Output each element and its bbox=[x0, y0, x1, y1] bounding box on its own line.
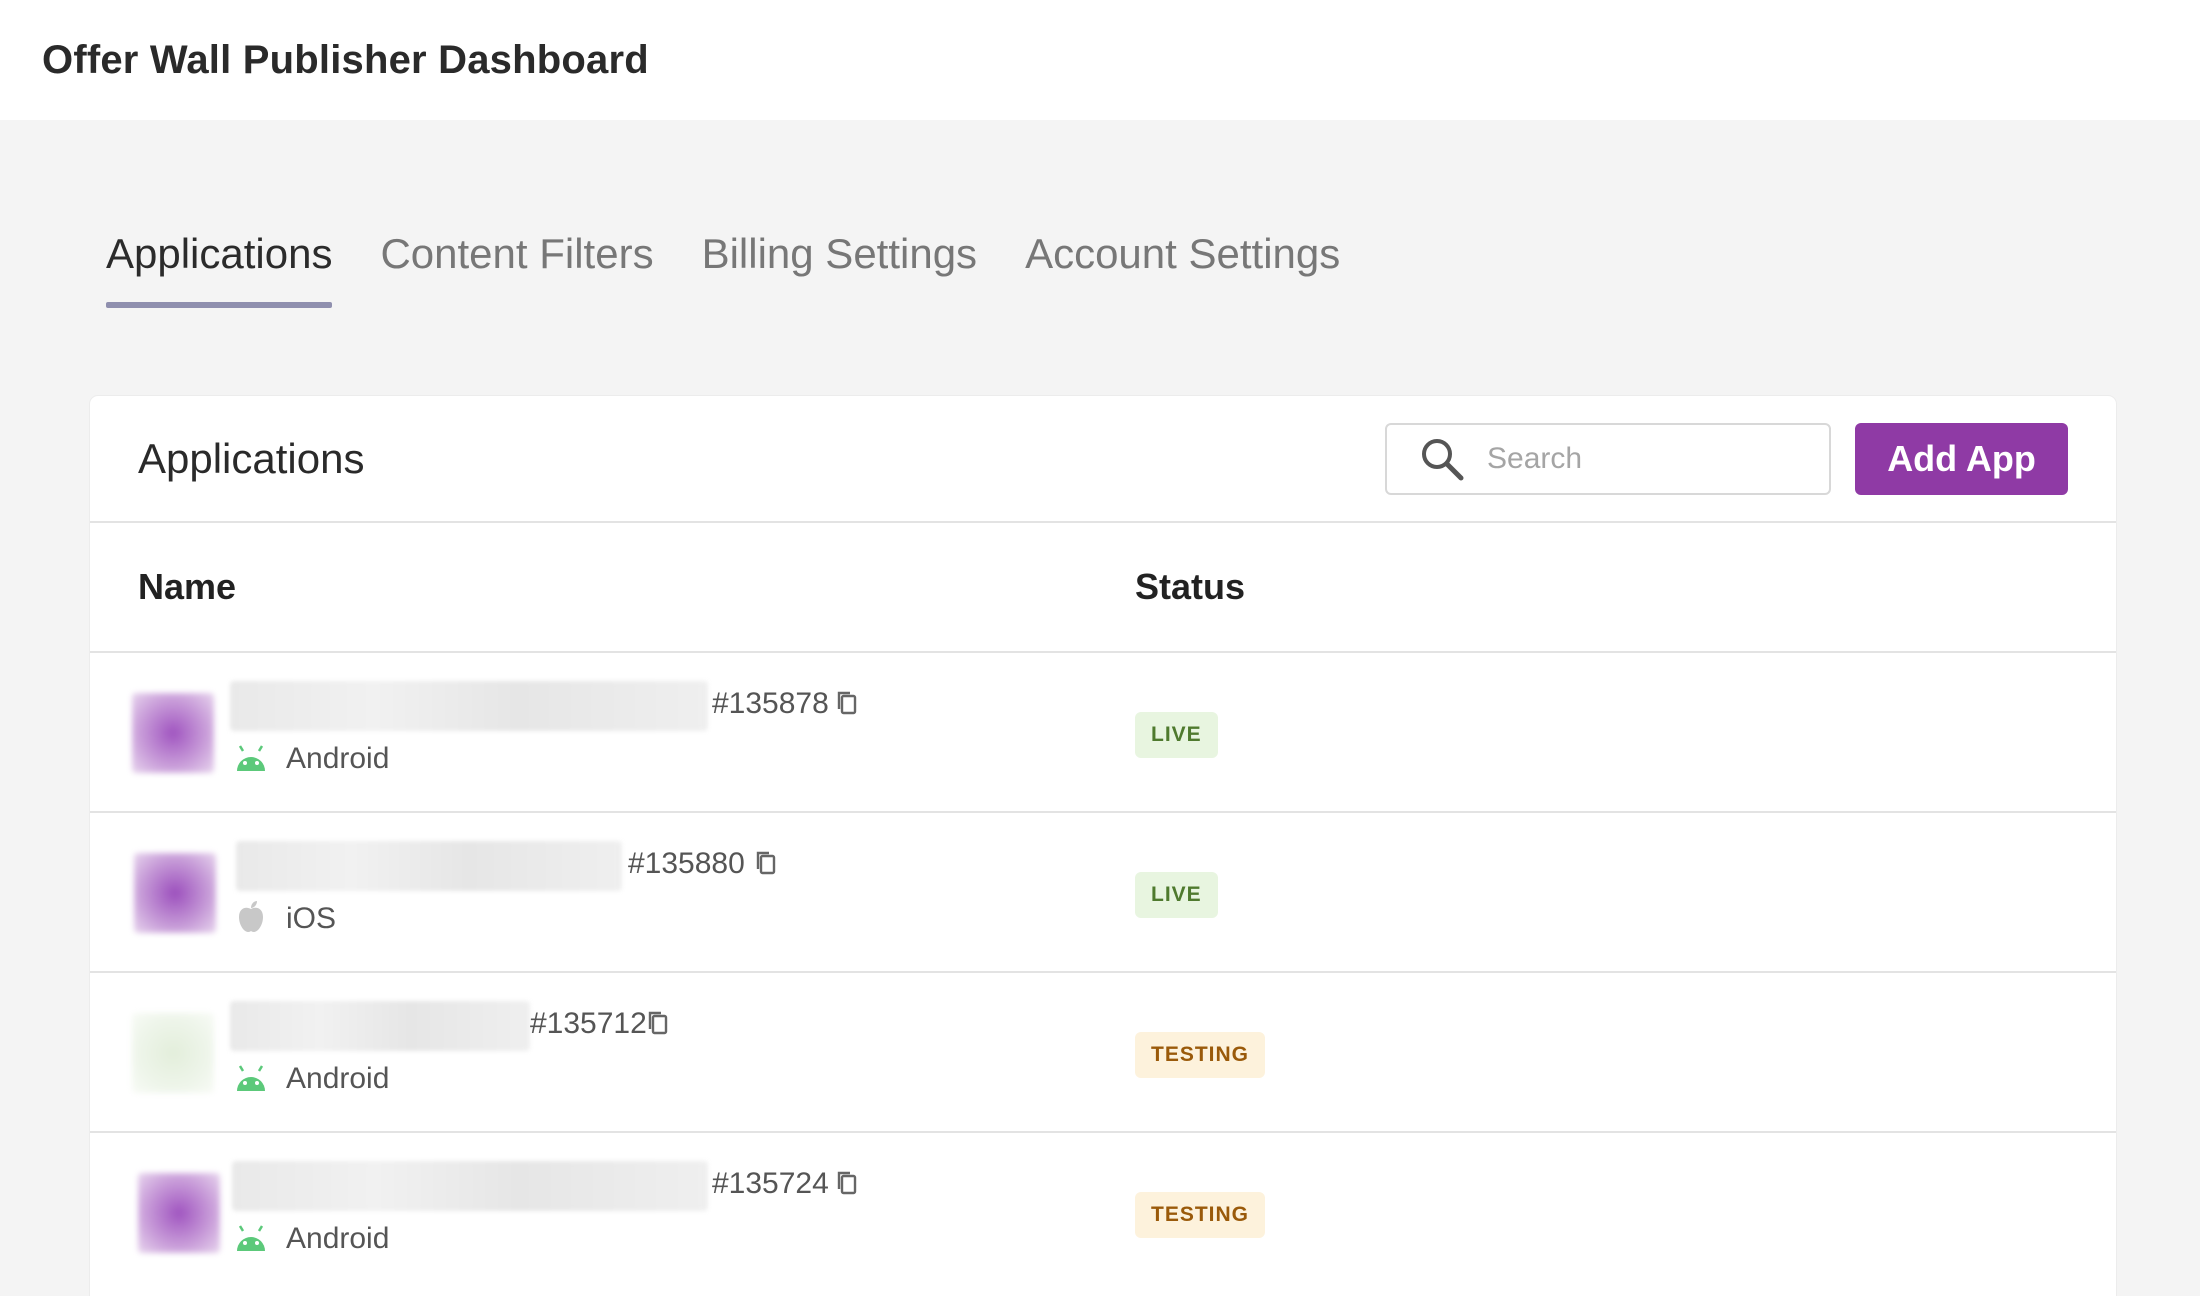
status-badge: LIVE bbox=[1135, 712, 1218, 758]
table-row[interactable]: #135878 Android LIVE bbox=[90, 653, 2116, 813]
applications-panel: Applications Add App Name Status #135878… bbox=[90, 396, 2116, 1296]
android-icon bbox=[234, 745, 268, 775]
table-header: Name Status bbox=[90, 523, 2116, 653]
copy-icon[interactable] bbox=[754, 849, 778, 877]
search-box[interactable] bbox=[1385, 423, 1831, 495]
platform-label: iOS bbox=[286, 902, 337, 935]
app-name-redacted bbox=[232, 1161, 708, 1211]
copy-icon[interactable] bbox=[835, 689, 859, 717]
apple-icon bbox=[236, 899, 270, 932]
panel-title: Applications bbox=[138, 434, 365, 482]
tab-applications[interactable]: Applications bbox=[106, 200, 333, 308]
app-thumbnail bbox=[132, 693, 214, 773]
android-icon bbox=[234, 1225, 268, 1255]
tab-content-filters[interactable]: Content Filters bbox=[380, 200, 653, 308]
panel-header: Applications Add App bbox=[90, 396, 2116, 523]
app-name-redacted bbox=[236, 841, 622, 891]
platform-label: Android bbox=[286, 1222, 390, 1255]
copy-icon[interactable] bbox=[835, 1169, 859, 1197]
app-thumbnail bbox=[134, 853, 216, 933]
dashboard-title: Offer Wall Publisher Dashboard bbox=[42, 37, 649, 82]
table-row[interactable]: #135724 Android TESTING bbox=[90, 1133, 2116, 1293]
app-id: #135712 bbox=[530, 1007, 647, 1040]
add-app-button[interactable]: Add App bbox=[1855, 423, 2068, 495]
status-badge: TESTING bbox=[1135, 1032, 1266, 1078]
tab-account-settings[interactable]: Account Settings bbox=[1025, 200, 1340, 308]
top-bar: Offer Wall Publisher Dashboard bbox=[0, 0, 2200, 120]
app-id: #135880 bbox=[628, 847, 745, 880]
status-badge: LIVE bbox=[1135, 872, 1218, 918]
search-icon bbox=[1407, 423, 1477, 495]
tab-billing-settings[interactable]: Billing Settings bbox=[702, 200, 977, 308]
app-id: #135724 bbox=[712, 1167, 829, 1200]
app-name-redacted bbox=[230, 1001, 530, 1051]
copy-icon[interactable] bbox=[646, 1009, 670, 1037]
tab-bar: Applications Content Filters Billing Set… bbox=[106, 200, 1340, 310]
table-row[interactable]: #135880 iOS LIVE bbox=[90, 813, 2116, 973]
android-icon bbox=[234, 1065, 268, 1095]
app-id: #135878 bbox=[712, 687, 829, 720]
app-name-redacted bbox=[230, 681, 708, 731]
status-badge: TESTING bbox=[1135, 1192, 1266, 1238]
app-thumbnail bbox=[138, 1173, 220, 1253]
table-row[interactable]: #135712 Android TESTING bbox=[90, 973, 2116, 1133]
platform-label: Android bbox=[286, 1062, 390, 1095]
column-header-status[interactable]: Status bbox=[1135, 566, 1245, 608]
search-input[interactable] bbox=[1487, 442, 1807, 476]
platform-label: Android bbox=[286, 742, 390, 775]
column-header-name[interactable]: Name bbox=[138, 566, 236, 608]
app-thumbnail bbox=[132, 1013, 214, 1093]
